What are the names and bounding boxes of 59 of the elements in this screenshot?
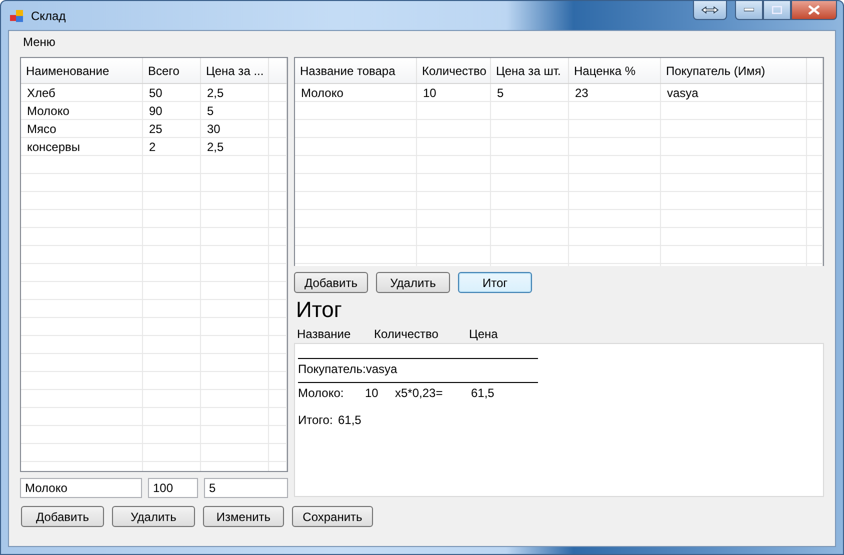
table-cell: 2,5 xyxy=(201,84,269,101)
report-value: 10 xyxy=(365,386,380,400)
table-cell: Молоко xyxy=(295,84,417,101)
data-grid[interactable]: Название товара Количество Цена за шт. Наценка % Покупатель (Имя) Молоко 10 5 23 vasya xyxy=(294,57,824,266)
data-grid[interactable]: Наименование Всего Цена за ... Хлеб 50 2,5 Молоко 90 5 Мясо 25 30 консервы 2 2,5 xyxy=(20,57,288,472)
column-label: Название xyxy=(297,327,352,341)
maximize-icon xyxy=(772,6,782,14)
maximize-button[interactable] xyxy=(763,1,791,20)
table-cell: 50 xyxy=(143,84,201,101)
action-button[interactable]: Итог xyxy=(458,272,532,293)
table-cell: 5 xyxy=(491,84,569,101)
action-button[interactable]: Изменить xyxy=(203,506,284,527)
close-button[interactable] xyxy=(791,1,837,20)
column-header[interactable]: Наценка % xyxy=(569,58,661,83)
buyer-line: Покупатель:vasya xyxy=(298,362,398,376)
action-button[interactable]: Сохранить xyxy=(292,506,373,527)
column-header[interactable]: Цена за шт. xyxy=(491,58,569,83)
column-header[interactable]: Количество xyxy=(417,58,491,83)
window-title: Склад xyxy=(31,8,66,22)
column-label: Цена xyxy=(469,327,499,341)
table-cell: Мясо xyxy=(21,120,143,137)
column-header[interactable]: Цена за ... xyxy=(201,58,269,83)
column-header[interactable]: Наименование xyxy=(21,58,143,83)
table-cell: 90 xyxy=(143,102,201,119)
name-field[interactable]: Молоко xyxy=(20,478,142,498)
table-cell: 2,5 xyxy=(201,138,269,155)
resize-button[interactable] xyxy=(693,1,727,20)
minimize-button[interactable] xyxy=(735,1,763,20)
column-header[interactable]: Покупатель (Имя) xyxy=(661,58,807,83)
column-header[interactable]: Всего xyxy=(143,58,201,83)
price-field[interactable]: 5 xyxy=(204,478,288,498)
app-icon xyxy=(9,8,25,22)
table-cell: Хлеб xyxy=(21,84,143,101)
close-icon xyxy=(808,5,820,15)
total-label: Итого: xyxy=(298,413,334,427)
table-cell: 30 xyxy=(201,120,269,137)
total-value: 61,5 xyxy=(338,413,362,427)
column-label: Количество xyxy=(374,327,440,341)
section-heading: Итог xyxy=(296,297,343,323)
quantity-field[interactable]: 100 xyxy=(148,478,198,498)
double-arrow-icon xyxy=(701,6,719,14)
action-button[interactable]: Добавить xyxy=(21,506,104,527)
table-cell: консервы xyxy=(21,138,143,155)
report-value: x5*0,23= xyxy=(395,386,444,400)
report-value: Молоко: xyxy=(298,386,345,400)
table-cell: 2 xyxy=(143,138,201,155)
action-button[interactable]: Добавить xyxy=(294,272,368,293)
report-value: 61,5 xyxy=(471,386,496,400)
table-cell: vasya xyxy=(661,84,807,101)
action-button[interactable]: Удалить xyxy=(376,272,450,293)
table-cell: 10 xyxy=(417,84,491,101)
column-header[interactable]: Название товара xyxy=(295,58,417,83)
menu-item[interactable]: Меню xyxy=(15,33,64,51)
table-cell: 23 xyxy=(569,84,661,101)
minimize-icon xyxy=(744,8,754,12)
action-button[interactable]: Удалить xyxy=(112,506,195,527)
table-cell: 5 xyxy=(201,102,269,119)
table-cell: 25 xyxy=(143,120,201,137)
table-cell: Молоко xyxy=(21,102,143,119)
